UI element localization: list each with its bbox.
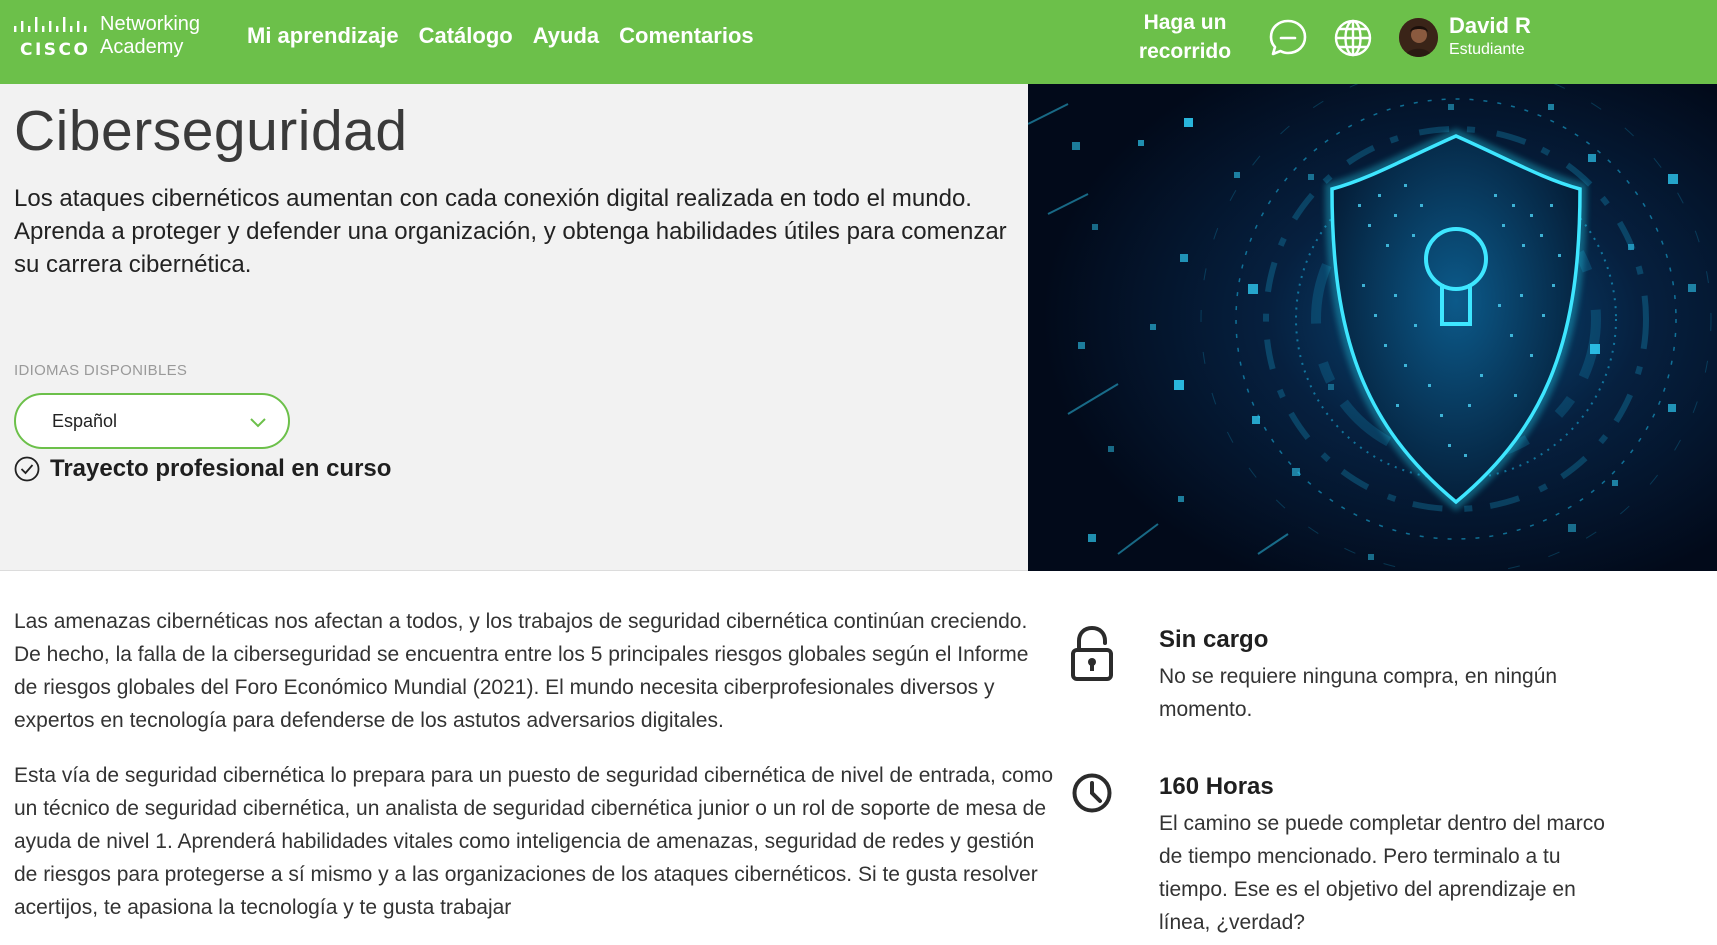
description-paragraph-2: Esta vía de seguridad cibernética lo pre… bbox=[14, 764, 1053, 919]
language-selected-value: Español bbox=[52, 411, 118, 431]
nav-mi-aprendizaje[interactable]: Mi aprendizaje bbox=[247, 22, 399, 50]
feature-hours-description: El camino se puede completar dentro del … bbox=[1159, 812, 1605, 934]
user-name[interactable]: David R bbox=[1449, 13, 1531, 39]
chat-icon[interactable] bbox=[1268, 18, 1308, 58]
hero-panel: Ciberseguridad Los ataques cibernéticos … bbox=[0, 84, 1028, 571]
cisco-bars-icon bbox=[14, 17, 87, 32]
logo-line-2: Academy bbox=[100, 36, 184, 58]
take-tour-button[interactable]: Haga un recorrido bbox=[1130, 8, 1240, 66]
networking-academy-wordmark: Networking Academy bbox=[100, 13, 200, 59]
avatar-image bbox=[1399, 18, 1438, 57]
feature-free-title: Sin cargo bbox=[1159, 626, 1269, 653]
avatar[interactable] bbox=[1399, 18, 1438, 57]
page-title: Ciberseguridad bbox=[14, 99, 408, 163]
languages-label: IDIOMAS DISPONIBLES bbox=[14, 362, 188, 379]
user-role: Estudiante bbox=[1449, 41, 1525, 58]
feature-free-description: No se requiere ninguna compra, en ningún… bbox=[1159, 665, 1558, 721]
nav-catalogo[interactable]: Catálogo bbox=[419, 22, 513, 50]
nav-ayuda[interactable]: Ayuda bbox=[533, 22, 599, 50]
main-nav: Mi aprendizaje Catálogo Ayuda Comentario… bbox=[247, 22, 774, 50]
logo-line-1: Networking bbox=[100, 13, 201, 35]
feature-hours-title: 160 Horas bbox=[1159, 773, 1274, 800]
tour-line-2: recorrido bbox=[1138, 40, 1232, 63]
cisco-networking-academy-logo[interactable]: CISCO Networking Academy bbox=[14, 13, 214, 63]
path-status-text: Trayecto profesional en curso bbox=[50, 455, 392, 482]
top-nav: CISCO Networking Academy Mi aprendizaje … bbox=[0, 0, 1717, 84]
unlock-icon bbox=[1071, 626, 1113, 681]
check-circle-icon bbox=[14, 456, 40, 482]
clock-icon bbox=[1072, 773, 1112, 813]
path-status: Trayecto profesional en curso bbox=[14, 454, 391, 484]
nav-comentarios[interactable]: Comentarios bbox=[619, 22, 753, 50]
globe-icon[interactable] bbox=[1333, 18, 1373, 58]
description-paragraph-1: Las amenazas cibernéticas nos afectan a … bbox=[14, 610, 1029, 732]
hero-image bbox=[1028, 84, 1717, 571]
hero-description: Los ataques cibernéticos aumentan con ca… bbox=[14, 185, 1007, 278]
cybersecurity-shield-illustration bbox=[1028, 84, 1717, 571]
chevron-down-icon bbox=[250, 418, 266, 428]
course-description: Las amenazas cibernéticas nos afectan a … bbox=[14, 605, 1054, 945]
language-select[interactable]: Español bbox=[14, 393, 290, 449]
cisco-wordmark: CISCO bbox=[20, 40, 91, 60]
tour-line-1: Haga un bbox=[1143, 11, 1227, 34]
